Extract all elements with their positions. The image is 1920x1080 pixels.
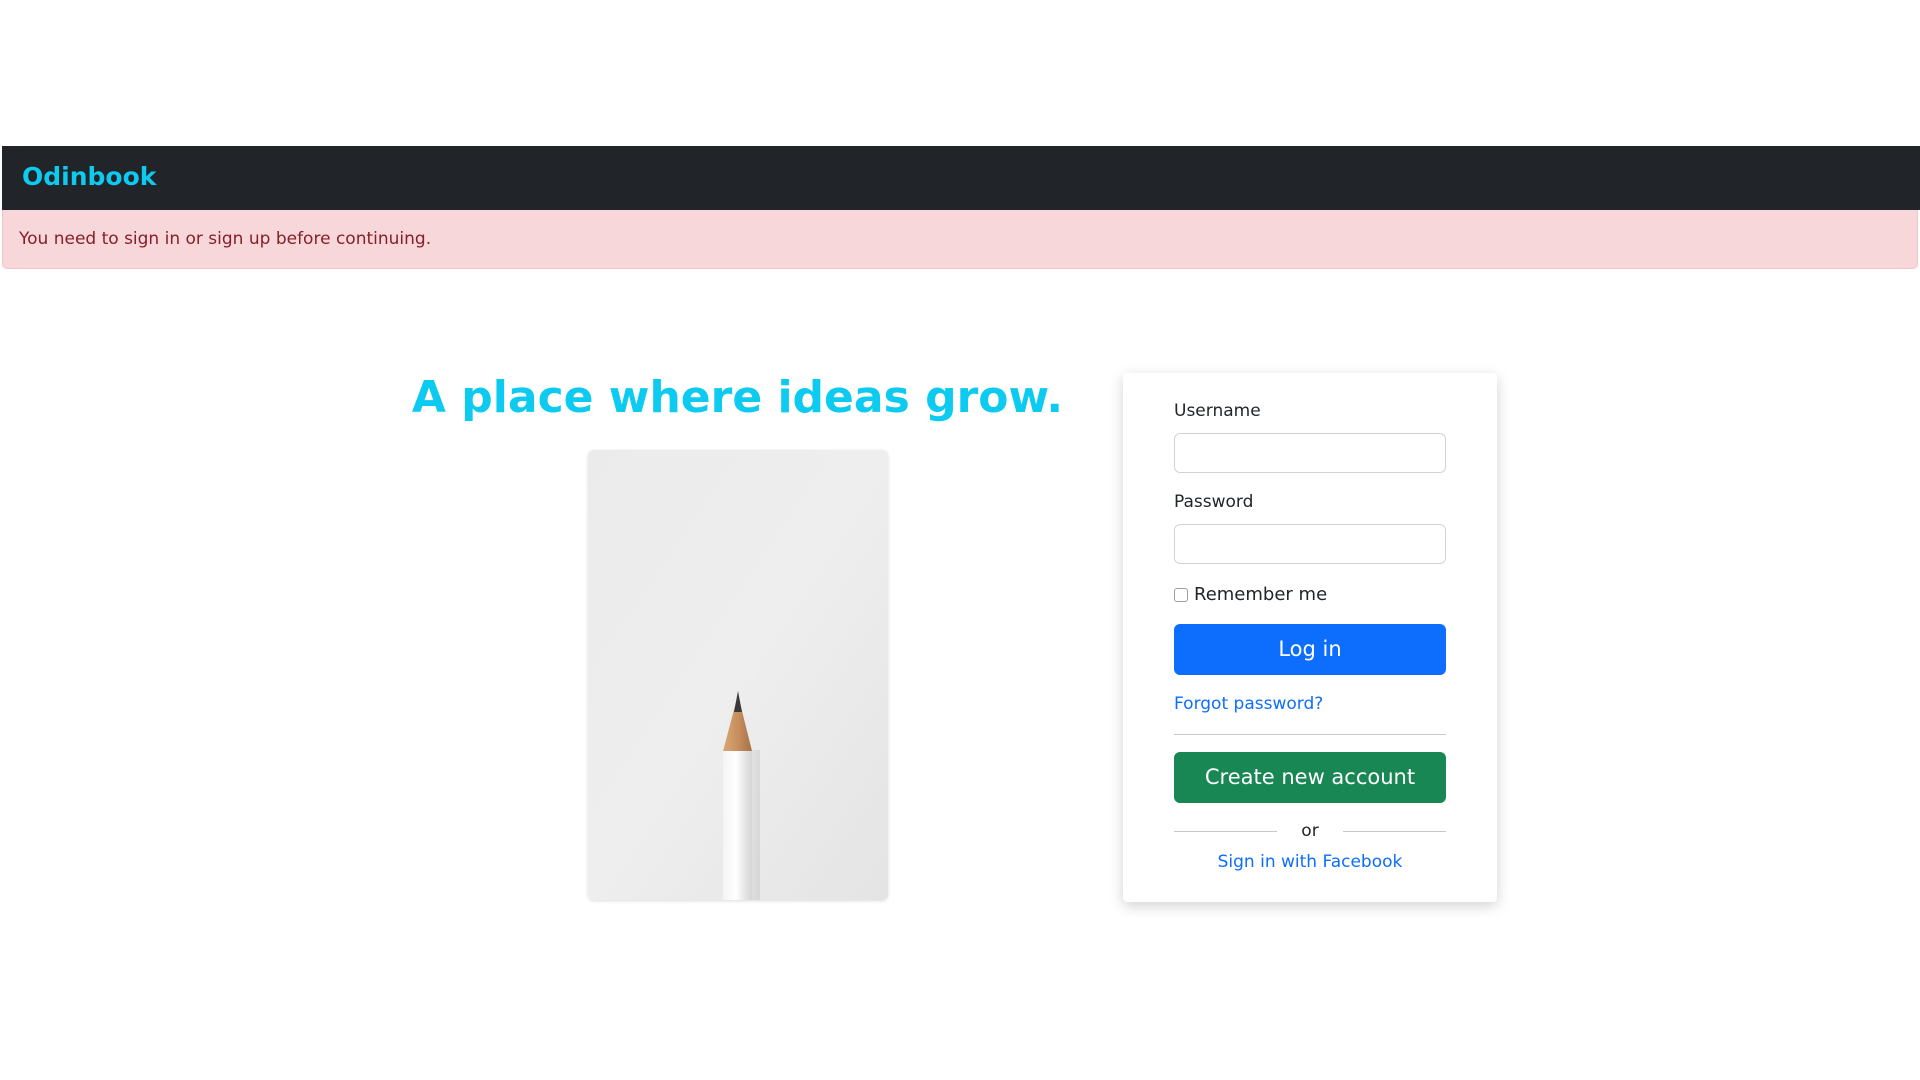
hero-tagline: A place where ideas grow. [411, 372, 1064, 423]
password-input[interactable] [1174, 524, 1446, 564]
sign-in-facebook-link[interactable]: Sign in with Facebook [1174, 851, 1446, 873]
pencil-image [588, 450, 888, 900]
divider [1174, 734, 1446, 735]
or-separator-text: or [1301, 821, 1319, 841]
username-input[interactable] [1174, 433, 1446, 473]
username-label: Username [1174, 401, 1261, 421]
password-label: Password [1174, 492, 1254, 512]
remember-me-row[interactable]: Remember me [1174, 584, 1327, 606]
forgot-password-link[interactable]: Forgot password? [1174, 693, 1323, 715]
pencil-icon [588, 450, 888, 900]
remember-me-checkbox[interactable] [1174, 588, 1188, 602]
or-divider-right [1343, 831, 1446, 832]
log-in-button[interactable]: Log in [1174, 624, 1446, 675]
alert-message: You need to sign in or sign up before co… [19, 229, 432, 249]
alert-banner: You need to sign in or sign up before co… [2, 210, 1918, 269]
login-card: Username Password Remember me Log in For… [1123, 373, 1497, 902]
create-account-button[interactable]: Create new account [1174, 752, 1446, 803]
or-divider-left [1174, 831, 1277, 832]
remember-me-label[interactable]: Remember me [1194, 584, 1327, 606]
brand-logo-link[interactable]: Odinbook [22, 161, 156, 193]
navbar: Odinbook [2, 146, 1920, 210]
